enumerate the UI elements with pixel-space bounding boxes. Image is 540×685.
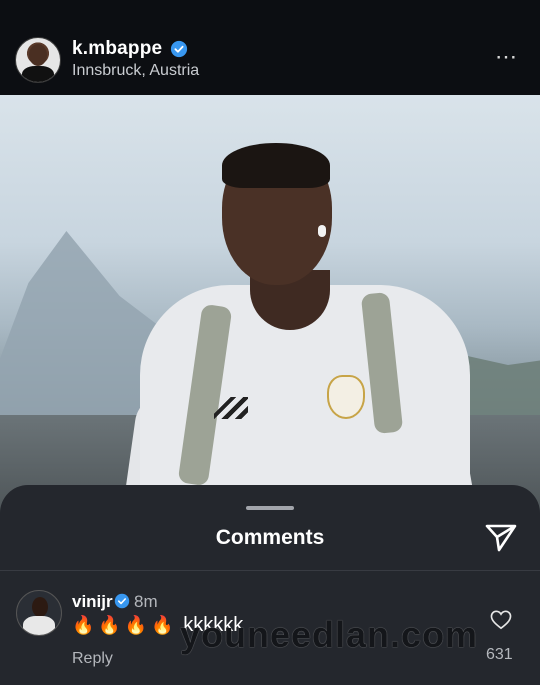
- share-send-icon[interactable]: [484, 522, 518, 554]
- post-location[interactable]: Innsbruck, Austria: [72, 62, 199, 80]
- post-username[interactable]: k.mbappe: [72, 38, 162, 60]
- comment-emojis: 🔥🔥🔥🔥: [72, 615, 178, 635]
- like-count: 631: [486, 646, 513, 663]
- sheet-drag-handle[interactable]: [246, 506, 294, 510]
- post-author-avatar[interactable]: [15, 37, 61, 83]
- verified-icon: [170, 40, 188, 58]
- brand-logo-icon: [214, 397, 248, 419]
- post-photo: [0, 95, 540, 515]
- comment-username[interactable]: vinijr: [72, 592, 113, 612]
- comments-title: Comments: [215, 526, 325, 549]
- verified-icon: [114, 593, 130, 609]
- like-heart-icon[interactable]: [490, 610, 512, 630]
- comment-time: 8m: [134, 592, 158, 611]
- more-options-icon[interactable]: ⋯: [495, 46, 518, 68]
- reply-button[interactable]: Reply: [72, 650, 113, 668]
- club-crest-icon: [327, 375, 365, 419]
- watermark: youneedlan.com: [180, 614, 479, 655]
- commenter-avatar[interactable]: [16, 590, 62, 636]
- divider: [0, 570, 540, 571]
